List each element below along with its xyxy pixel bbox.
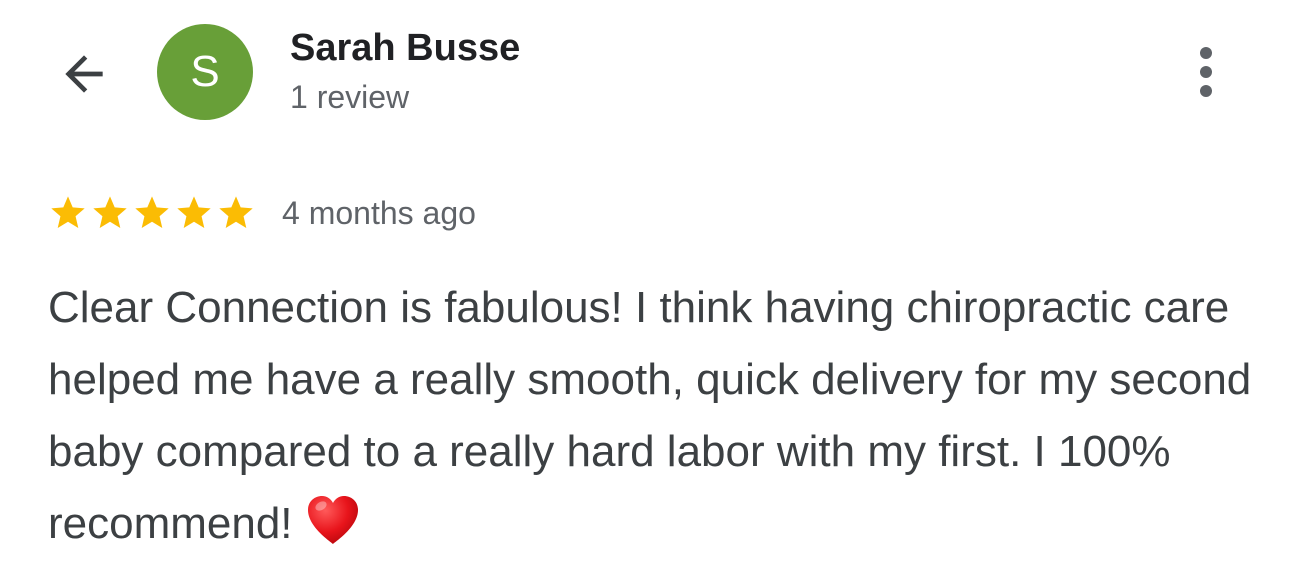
star-icon [51,196,85,228]
arrow-back-icon [65,55,103,93]
review-date: 4 months ago [282,195,476,231]
star-icon [135,196,169,228]
review-body: Clear Connection is fabulous! I think ha… [48,272,1263,560]
star-icon [219,196,253,228]
rating-row: 4 months ago [48,190,476,236]
avatar-letter: S [190,47,220,96]
more-vert-icon [1200,47,1212,97]
reviewer-info: Sarah Busse 1 review [290,26,520,116]
reviewer-header: S Sarah Busse 1 review [0,0,1290,140]
star-icon [93,196,127,228]
review-count: 1 review [290,79,410,115]
more-options-button[interactable] [1178,40,1234,104]
avatar[interactable]: S [157,24,253,120]
review-text: Clear Connection is fabulous! I think ha… [48,283,1252,548]
back-button[interactable] [52,44,116,104]
reviewer-name[interactable]: Sarah Busse [290,26,520,70]
star-rating [48,193,258,233]
heart-icon [307,496,358,544]
star-icon [177,196,211,228]
